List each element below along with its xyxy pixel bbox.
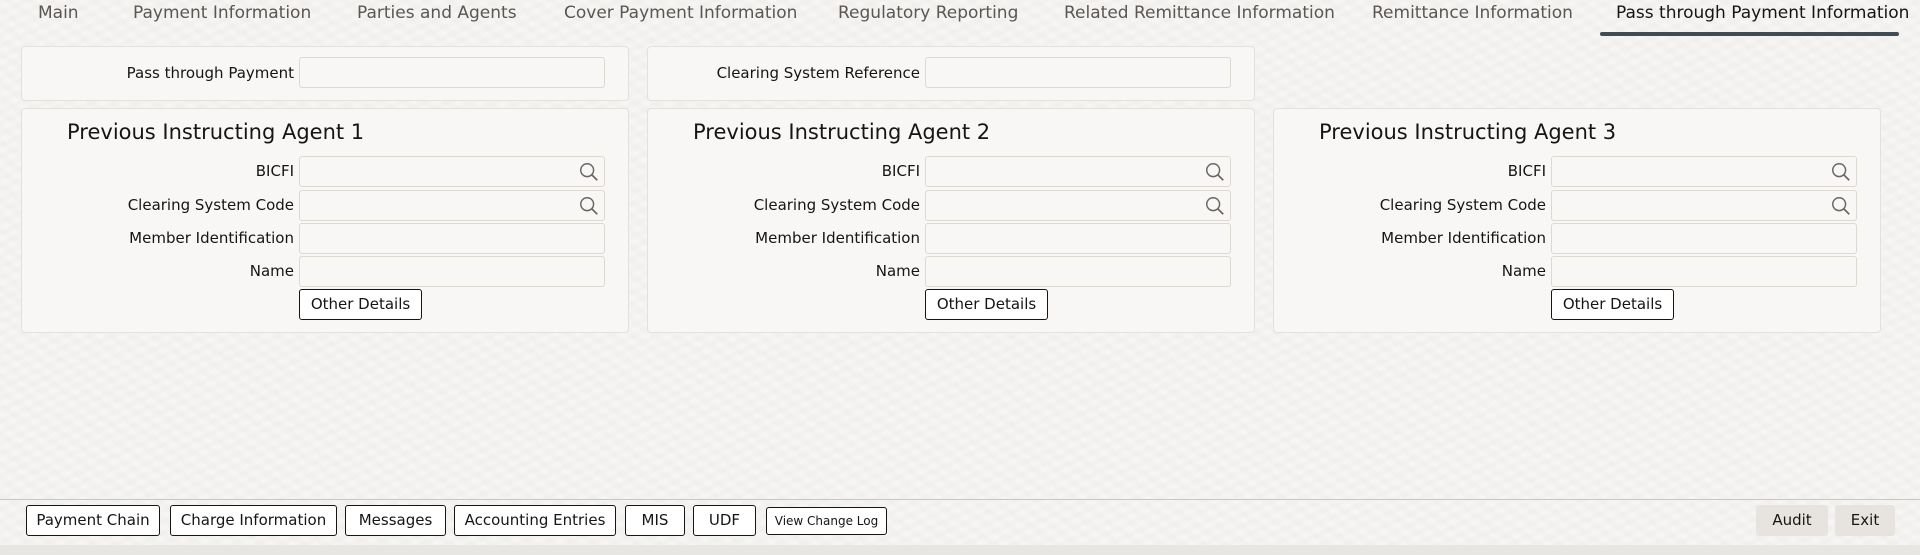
accounting-entries-button[interactable]: Accounting Entries (454, 505, 616, 536)
search-icon[interactable] (1830, 161, 1852, 183)
search-icon[interactable] (578, 195, 600, 217)
tab-bar: Main Payment Information Parties and Age… (0, 0, 1920, 38)
tab-related-remittance-information[interactable]: Related Remittance Information (1064, 0, 1335, 34)
other-details-button[interactable]: Other Details (925, 289, 1048, 320)
footer-bottom-bar (0, 545, 1920, 555)
clearing-system-reference-field[interactable] (925, 57, 1231, 88)
tab-payment-information[interactable]: Payment Information (133, 0, 311, 34)
view-change-log-button[interactable]: View Change Log (766, 507, 887, 535)
member-identification-field[interactable] (925, 223, 1231, 254)
other-details-button[interactable]: Other Details (1551, 289, 1674, 320)
pass-through-payment-label: Pass through Payment (126, 64, 294, 82)
name-field[interactable] (925, 256, 1231, 287)
clearing-system-code-field[interactable] (299, 190, 605, 221)
member-identification-label: Member Identification (1381, 229, 1546, 247)
search-icon[interactable] (1830, 195, 1852, 217)
footer-divider (0, 499, 1920, 500)
member-identification-field[interactable] (299, 223, 605, 254)
member-identification-label: Member Identification (755, 229, 920, 247)
clearing-system-code-label: Clearing System Code (753, 196, 920, 214)
clearing-system-reference-label: Clearing System Reference (716, 64, 920, 82)
exit-button[interactable]: Exit (1835, 505, 1895, 536)
bicfi-field[interactable] (299, 156, 605, 187)
bicfi-label: BICFI (881, 162, 920, 180)
name-label: Name (249, 262, 294, 280)
bicfi-label: BICFI (1507, 162, 1546, 180)
messages-button[interactable]: Messages (345, 505, 446, 536)
charge-information-button[interactable]: Charge Information (170, 505, 337, 536)
search-icon[interactable] (578, 161, 600, 183)
clearing-system-code-field[interactable] (925, 190, 1231, 221)
tab-regulatory-reporting[interactable]: Regulatory Reporting (838, 0, 1018, 34)
tab-pass-through-payment-information[interactable]: Pass through Payment Information (1616, 0, 1909, 34)
panel-title: Previous Instructing Agent 1 (67, 120, 365, 144)
audit-button[interactable]: Audit (1756, 505, 1828, 536)
mis-button[interactable]: MIS (625, 505, 685, 536)
member-identification-field[interactable] (1551, 223, 1857, 254)
panel-title: Previous Instructing Agent 2 (693, 120, 991, 144)
previous-instructing-agent-3-panel: Previous Instructing Agent 3 BICFI Clear… (1273, 108, 1881, 333)
member-identification-label: Member Identification (129, 229, 294, 247)
clearing-system-code-label: Clearing System Code (127, 196, 294, 214)
name-field[interactable] (299, 256, 605, 287)
clearing-system-reference-panel: Clearing System Reference (647, 46, 1255, 101)
tab-remittance-information[interactable]: Remittance Information (1372, 0, 1573, 34)
panel-title: Previous Instructing Agent 3 (1319, 120, 1617, 144)
bicfi-field[interactable] (925, 156, 1231, 187)
other-details-button[interactable]: Other Details (299, 289, 422, 320)
search-icon[interactable] (1204, 161, 1226, 183)
clearing-system-code-field[interactable] (1551, 190, 1857, 221)
name-label: Name (875, 262, 920, 280)
previous-instructing-agent-2-panel: Previous Instructing Agent 2 BICFI Clear… (647, 108, 1255, 333)
bicfi-field[interactable] (1551, 156, 1857, 187)
name-field[interactable] (1551, 256, 1857, 287)
payment-chain-button[interactable]: Payment Chain (26, 505, 160, 536)
search-icon[interactable] (1204, 195, 1226, 217)
bicfi-label: BICFI (255, 162, 294, 180)
udf-button[interactable]: UDF (693, 505, 756, 536)
tab-main[interactable]: Main (38, 0, 79, 34)
previous-instructing-agent-1-panel: Previous Instructing Agent 1 BICFI Clear… (21, 108, 629, 333)
clearing-system-code-label: Clearing System Code (1379, 196, 1546, 214)
tab-parties-and-agents[interactable]: Parties and Agents (357, 0, 517, 34)
name-label: Name (1501, 262, 1546, 280)
active-tab-indicator (1600, 32, 1899, 36)
pass-through-payment-field[interactable] (299, 57, 605, 88)
pass-through-payment-panel: Pass through Payment (21, 46, 629, 101)
tab-cover-payment-information[interactable]: Cover Payment Information (564, 0, 797, 34)
